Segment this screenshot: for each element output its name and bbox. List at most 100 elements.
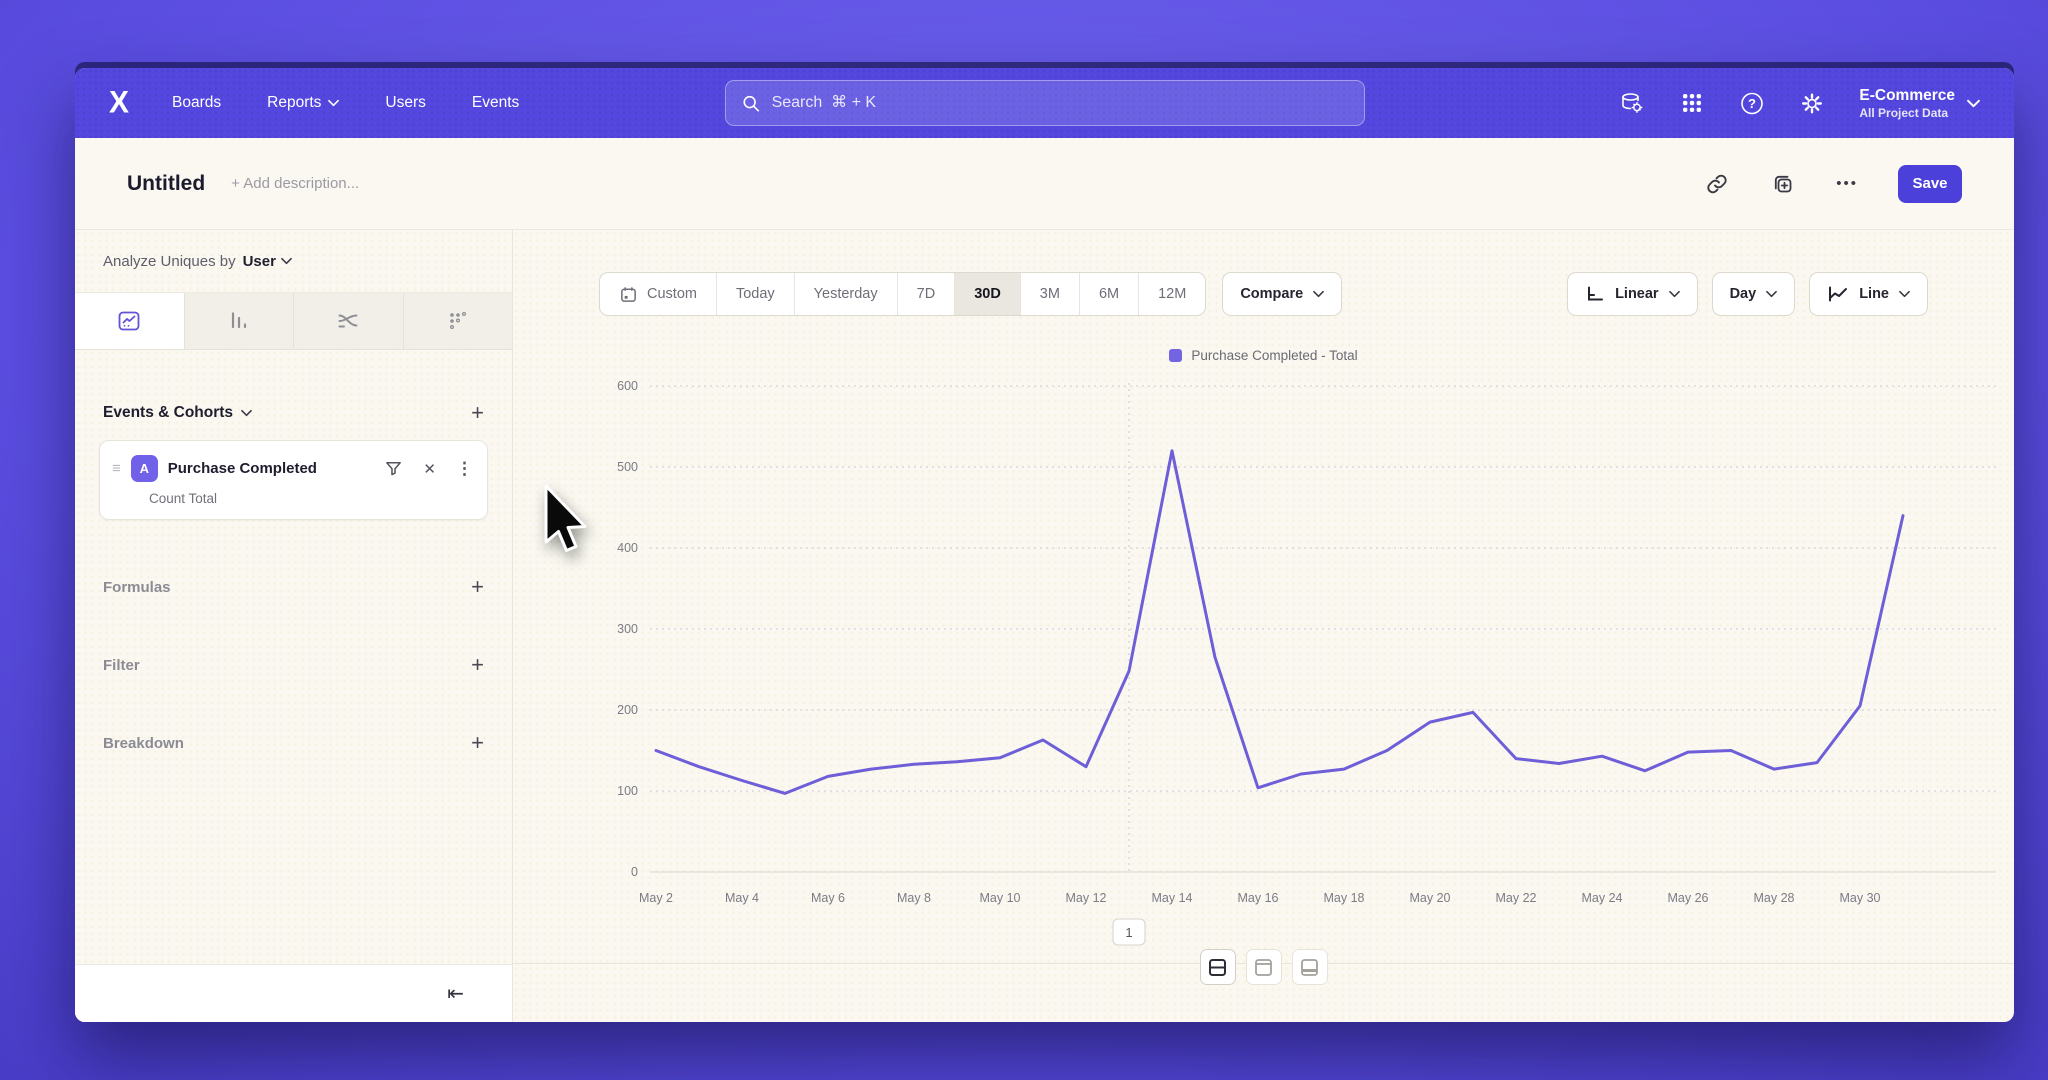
collapse-sidebar-icon[interactable]: ⇤ [447, 981, 464, 1006]
more-options-icon[interactable]: ••• [1836, 175, 1858, 192]
svg-text:1: 1 [1125, 925, 1132, 940]
remove-event-icon[interactable]: ✕ [423, 460, 436, 478]
layout-toggle-group [1200, 949, 1328, 985]
nav-item-reports[interactable]: Reports [267, 94, 339, 112]
chevron-down-icon [281, 257, 292, 265]
range-30d[interactable]: 30D [954, 273, 1020, 315]
duplicate-icon[interactable] [1770, 171, 1796, 197]
project-subtitle: All Project Data [1859, 106, 1955, 120]
top-navigation-bar: X Boards Reports Users Events [75, 68, 2014, 138]
range-custom[interactable]: Custom [600, 273, 716, 315]
chart-panel: CustomTodayYesterday7D30D3M6M12M Compare… [513, 230, 2014, 1022]
event-letter-badge: A [131, 455, 158, 482]
events-cohorts-section: Events & Cohorts + [103, 402, 484, 424]
layout-chart-view-button[interactable] [1246, 949, 1282, 985]
layout-split-view-button[interactable] [1200, 949, 1236, 985]
events-cohorts-label[interactable]: Events & Cohorts [103, 404, 252, 422]
linear-axis-icon [1585, 284, 1605, 304]
copy-link-icon[interactable] [1704, 171, 1730, 197]
svg-text:May 6: May 6 [811, 891, 845, 905]
chevron-down-icon [1669, 290, 1680, 298]
svg-text:May 16: May 16 [1238, 891, 1279, 905]
add-filter-button[interactable]: + [471, 654, 484, 676]
nav-item-users[interactable]: Users [385, 94, 425, 112]
range-today[interactable]: Today [716, 273, 794, 315]
project-switcher[interactable]: E-Commerce All Project Data [1859, 86, 1980, 119]
series-line-purchase-completed-total [656, 451, 1903, 794]
nav-item-boards[interactable]: Boards [172, 94, 221, 112]
svg-text:May 10: May 10 [980, 891, 1021, 905]
chevron-down-icon [328, 99, 339, 107]
tab-flows[interactable] [293, 293, 403, 349]
chart-type-tabs [75, 292, 512, 350]
filter-funnel-icon[interactable] [384, 459, 403, 478]
svg-text:May 8: May 8 [897, 891, 931, 905]
sidebar-section-breakdown: Breakdown+ [75, 732, 512, 754]
svg-text:May 12: May 12 [1066, 891, 1107, 905]
event-name[interactable]: Purchase Completed [168, 460, 375, 477]
add-formulas-button[interactable]: + [471, 576, 484, 598]
line-chart-tab-icon [116, 308, 142, 334]
global-search[interactable] [725, 80, 1365, 126]
primary-nav: Boards Reports Users Events [172, 94, 519, 112]
layout-table-view-button[interactable] [1292, 949, 1328, 985]
add-event-button[interactable]: + [471, 402, 484, 424]
svg-text:?: ? [1748, 96, 1756, 111]
svg-text:May 24: May 24 [1582, 891, 1623, 905]
mixpanel-logo-icon[interactable]: X [109, 85, 128, 121]
range-6m[interactable]: 6M [1079, 273, 1138, 315]
compare-button[interactable]: Compare [1222, 272, 1342, 316]
save-button[interactable]: Save [1898, 165, 1962, 203]
chart-type-dropdown[interactable]: Line [1809, 272, 1928, 316]
tab-funnels[interactable] [184, 293, 294, 349]
svg-text:400: 400 [617, 541, 638, 555]
svg-text:May 20: May 20 [1410, 891, 1451, 905]
scale-dropdown[interactable]: Linear [1567, 272, 1698, 316]
svg-text:100: 100 [617, 784, 638, 798]
analyze-by-dropdown[interactable]: User [243, 253, 292, 270]
svg-text:May 26: May 26 [1668, 891, 1709, 905]
report-title[interactable]: Untitled [127, 172, 205, 196]
settings-gear-icon[interactable] [1799, 90, 1825, 116]
svg-text:May 2: May 2 [639, 891, 673, 905]
legend-label: Purchase Completed - Total [1191, 348, 1357, 363]
section-label: Formulas [103, 579, 171, 596]
data-management-icon[interactable] [1619, 90, 1645, 116]
line-chart-icon [1827, 284, 1849, 304]
range-3m[interactable]: 3M [1020, 273, 1079, 315]
chevron-down-icon [1766, 290, 1777, 298]
range-7d[interactable]: 7D [897, 273, 955, 315]
report-actions: ••• Save [1704, 165, 1962, 203]
tab-retention[interactable] [403, 293, 513, 349]
chart-display-controls: Linear Day [1567, 272, 1928, 316]
event-options-icon[interactable]: ⋮ [456, 459, 473, 479]
flows-tab-icon [335, 308, 361, 334]
svg-text:May 28: May 28 [1754, 891, 1795, 905]
analyze-uniques-row: Analyze Uniques by User [75, 230, 512, 292]
chart-legend: Purchase Completed - Total [513, 348, 2014, 363]
retention-tab-icon [445, 308, 471, 334]
range-12m[interactable]: 12M [1138, 273, 1205, 315]
insights-line-chart: 0100200300400500600May 2May 4May 6May 8M… [513, 375, 2014, 975]
interval-dropdown[interactable]: Day [1712, 272, 1796, 316]
add-breakdown-button[interactable]: + [471, 732, 484, 754]
tab-insights[interactable] [75, 293, 184, 349]
nav-right-cluster: ? E-Commerce All Project Data [1619, 86, 1980, 119]
svg-text:200: 200 [617, 703, 638, 717]
svg-text:500: 500 [617, 460, 638, 474]
svg-text:600: 600 [617, 379, 638, 393]
svg-text:0: 0 [631, 865, 638, 879]
drag-handle-icon[interactable]: ≡ [112, 460, 121, 477]
event-card[interactable]: ≡ A Purchase Completed ✕ ⋮ Count Total [99, 440, 488, 520]
apps-grid-icon[interactable] [1679, 90, 1705, 116]
add-description-field[interactable]: + Add description... [231, 175, 359, 192]
help-icon[interactable]: ? [1739, 90, 1765, 116]
search-input[interactable] [772, 94, 1348, 112]
event-measurement[interactable]: Count Total [149, 491, 473, 506]
sidebar-section-formulas: Formulas + [75, 576, 512, 598]
range-yesterday[interactable]: Yesterday [794, 273, 897, 315]
svg-text:May 14: May 14 [1152, 891, 1193, 905]
search-icon [742, 94, 760, 113]
nav-item-events[interactable]: Events [472, 94, 519, 112]
svg-text:May 4: May 4 [725, 891, 759, 905]
